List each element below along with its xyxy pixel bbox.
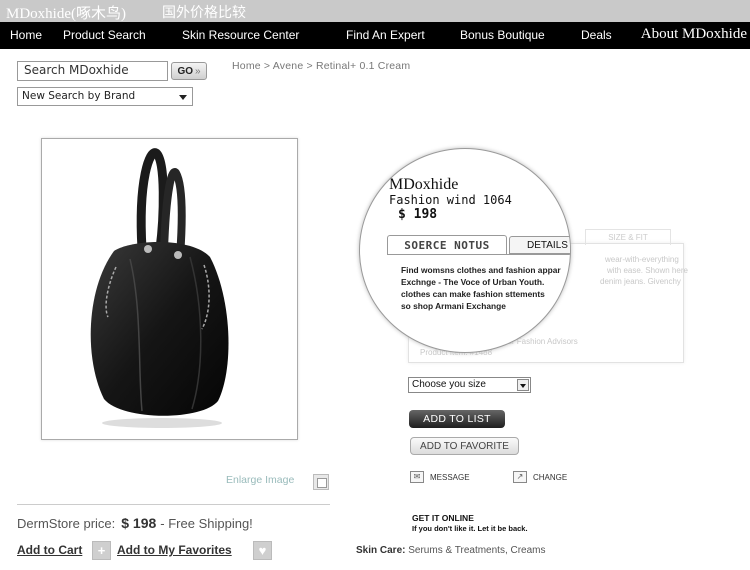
handbag-image: [90, 148, 229, 428]
skin-care-links: Skin Care: Serums & Treatments, Creams: [356, 545, 546, 556]
message-action[interactable]: ✉ MESSAGE: [410, 471, 470, 483]
nav-about[interactable]: About MDoxhide: [641, 26, 747, 43]
share-icon: ↗: [513, 471, 527, 483]
title-strip: MDoxhide(啄木鸟) 国外价格比较: [0, 0, 750, 22]
get-it-online-note: If you don't like it. Let it be back.: [412, 524, 528, 533]
tab-details[interactable]: DETAILS: [509, 236, 570, 254]
description-line: Exchnge - The Voce of Urban Youth.: [401, 277, 545, 287]
tab-source-notes[interactable]: SOERCE NOTUS: [387, 235, 507, 255]
description-line: so shop Armani Exchange: [401, 301, 506, 311]
change-label: CHANGE: [533, 472, 568, 482]
panel-text: with ease. Shown here: [607, 266, 688, 275]
add-to-list-button[interactable]: ADD TO LIST: [409, 410, 505, 428]
nav-bonus-boutique[interactable]: Bonus Boutique: [460, 28, 545, 42]
size-select-value: Choose you size: [412, 379, 486, 390]
product-image[interactable]: [41, 138, 298, 440]
price-row: DermStore price: $ 198- Free Shipping!: [17, 515, 253, 531]
panel-text: denim jeans. Givenchy: [600, 277, 681, 286]
divider: [17, 504, 330, 505]
change-action[interactable]: ↗ CHANGE: [513, 471, 567, 483]
nav-product-search[interactable]: Product Search: [63, 28, 146, 42]
go-label: GO: [177, 65, 193, 77]
nav-find-an-expert[interactable]: Find An Expert: [346, 28, 425, 42]
breadcrumb[interactable]: Home > Avene > Retinal+ 0.1 Cream: [232, 60, 410, 72]
search-input[interactable]: Search MDoxhide: [17, 61, 168, 81]
get-it-online-heading: GET IT ONLINE: [412, 513, 474, 523]
add-to-favorites-link[interactable]: Add to My Favorites: [117, 543, 232, 557]
heart-icon[interactable]: ♥: [253, 541, 272, 560]
size-select[interactable]: Choose you size: [408, 377, 531, 393]
tab-size-fit[interactable]: SIZE & FIT: [585, 229, 671, 245]
add-to-cart-link[interactable]: Add to Cart: [17, 543, 82, 557]
shipping-note: - Free Shipping!: [160, 516, 253, 531]
brand-select[interactable]: New Search by Brand: [17, 87, 193, 106]
chevron-down-icon: [517, 379, 529, 391]
mag-product-title: MDoxhide: [389, 176, 459, 193]
site-brand: MDoxhide(啄木鸟): [6, 6, 126, 22]
chevron-down-icon: [179, 95, 187, 100]
skin-care-categories[interactable]: Serums & Treatments, Creams: [408, 545, 545, 556]
add-to-favorite-button[interactable]: ADD TO FAVORITE: [410, 437, 519, 455]
price-value: $ 198: [121, 515, 157, 531]
skin-care-label: Skin Care:: [356, 545, 406, 556]
go-button[interactable]: GO »: [171, 62, 207, 80]
tab-underline: [387, 254, 570, 255]
nav-skin-resource-center[interactable]: Skin Resource Center: [182, 28, 299, 42]
mag-product-subtitle: Fashion wind 1064: [389, 193, 512, 207]
plus-icon[interactable]: +: [92, 541, 111, 560]
go-arrow-icon: »: [195, 65, 201, 77]
enlarge-image-link[interactable]: Enlarge Image: [226, 474, 294, 486]
site-subtitle: 国外价格比较: [162, 5, 246, 21]
brand-select-value: New Search by Brand: [22, 90, 136, 102]
price-label: DermStore price:: [17, 516, 116, 531]
nav-deals[interactable]: Deals: [581, 28, 612, 42]
envelope-icon: ✉: [410, 471, 424, 483]
message-label: MESSAGE: [430, 472, 470, 482]
enlarge-icon[interactable]: [313, 474, 329, 490]
description-line: clothes can make fashion sttements: [401, 289, 545, 299]
nav-home[interactable]: Home: [10, 28, 42, 42]
panel-text: wear-with-everything: [605, 255, 679, 264]
main-nav: Home Product Search Skin Resource Center…: [0, 22, 750, 49]
mag-description: Find womsns clothes and fashion appar Ex…: [401, 264, 561, 312]
mag-product-price: $ 198: [398, 207, 438, 222]
description-line: Find womsns clothes and fashion appar: [401, 265, 561, 275]
magnifier-circle: MDoxhide Fashion wind 1064 $ 198 SOERCE …: [359, 148, 571, 353]
